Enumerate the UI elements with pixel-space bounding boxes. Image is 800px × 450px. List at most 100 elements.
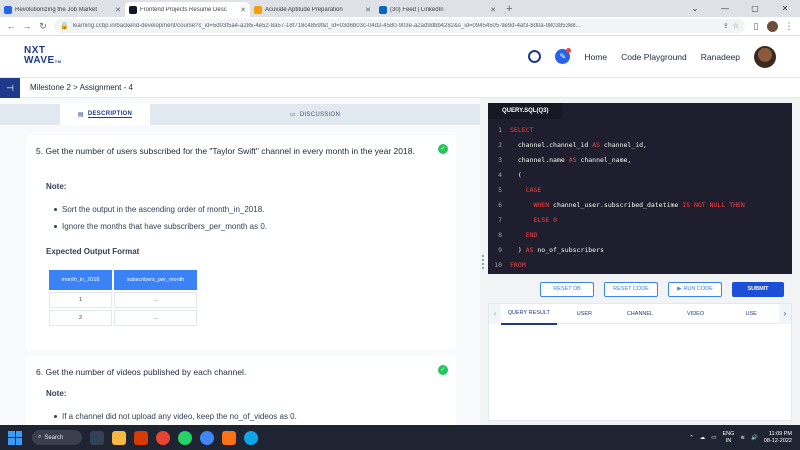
run-code-button[interactable]: ▶ RUN CODE — [668, 281, 722, 297]
tab-user[interactable]: USER — [557, 304, 613, 324]
close-window-icon[interactable]: ✕ — [770, 0, 800, 17]
tab-discussion[interactable]: ▭ DISCUSSION — [150, 104, 480, 125]
code-line[interactable]: 10 FROM — [488, 257, 792, 272]
sql-token: channel.name — [510, 155, 569, 164]
browser-tab[interactable]: (30) Feed | LinkedIn ✕ — [375, 2, 500, 17]
avatar[interactable] — [754, 45, 776, 68]
code-line[interactable]: 3 channel.name AS channel_name, — [488, 152, 792, 167]
line-number: 8 — [498, 230, 502, 239]
windows-taskbar: ⌕ Search ⌃ ☁ ▭ ENG IN ≋ 🔊 11:09 PM 08-12… — [0, 425, 800, 450]
sql-token: channel.channel_id — [510, 140, 593, 149]
browser-tab[interactable]: Acuvate Aptitude Preparation ✕ — [250, 2, 375, 17]
battery-icon[interactable]: ▭ — [711, 435, 716, 441]
edge-icon[interactable] — [244, 430, 258, 445]
run-code-label: RUN CODE — [683, 286, 713, 292]
wifi-icon[interactable]: ≋ — [740, 435, 745, 441]
nxtwave-logo[interactable]: NXT WAVETM — [24, 46, 62, 67]
code-line[interactable]: 2 channel.channel_id AS channel_id, — [488, 137, 792, 152]
chat-icon[interactable]: ✎ — [555, 48, 572, 64]
back-icon[interactable]: ← — [6, 21, 16, 31]
chevron-down-icon[interactable]: ⌄ — [680, 0, 710, 17]
menu-dots-icon[interactable]: ⋮ — [784, 21, 794, 32]
favicon-icon — [254, 5, 262, 14]
check-icon: ✓ — [438, 365, 448, 375]
sidebar-icon[interactable]: ▯ — [751, 21, 761, 32]
line-number: 9 — [498, 245, 502, 254]
maximize-icon[interactable]: ▢ — [740, 0, 770, 17]
question-number: 5. — [36, 146, 44, 156]
submit-button[interactable]: SUBMIT — [732, 281, 784, 297]
taskbar-search-label: Search — [44, 434, 64, 441]
lang-line2: IN — [725, 437, 732, 444]
language-indicator[interactable]: ENG IN — [722, 431, 734, 445]
code-line[interactable]: 7 ELSE 0 — [488, 212, 792, 227]
nav-code-playground[interactable]: Code Playground — [621, 52, 687, 62]
sql-token: no_of_subscribers — [533, 245, 604, 254]
clock[interactable]: 11:09 PM 08-12-2022 — [764, 431, 792, 445]
collapse-sidebar-button[interactable]: ⊣ — [0, 77, 20, 98]
tab-channel[interactable]: CHANNEL — [612, 304, 668, 324]
left-tabs: ▤ DESCRIPTION ▭ DISCUSSION — [0, 104, 480, 125]
description-panel: ▤ DESCRIPTION ▭ DISCUSSION 5. Get the nu… — [0, 98, 480, 425]
chevron-up-icon[interactable]: ⌃ — [689, 435, 694, 441]
sql-keyword: 0 — [553, 215, 557, 224]
close-tab-icon[interactable]: ✕ — [115, 6, 121, 14]
sql-editor[interactable]: QUERY.SQL(Q3) 1 SELECT 2 channel.channel_i… — [488, 103, 792, 274]
tab-use[interactable]: USE — [723, 304, 779, 324]
user-name[interactable]: Ranadeep — [701, 52, 740, 62]
sql-keyword: END — [525, 230, 538, 239]
editor-lines: 1 SELECT 2 channel.channel_id AS channel_i… — [488, 122, 792, 272]
windows-start-icon[interactable] — [8, 430, 22, 445]
chevron-left-icon[interactable]: ‹ — [489, 303, 501, 324]
panel-resize-handle[interactable] — [482, 255, 485, 273]
office-icon[interactable] — [134, 430, 148, 445]
timer-icon[interactable] — [528, 50, 542, 63]
chevron-right-icon[interactable]: › — [778, 303, 791, 324]
star-icon[interactable]: ☆ — [733, 22, 739, 30]
code-line[interactable]: 9 ) AS no_of_subscribers — [488, 242, 792, 257]
new-tab-button[interactable]: + — [500, 2, 518, 17]
code-line[interactable]: 5 CASE — [488, 182, 792, 197]
tab-query-result[interactable]: QUERY RESULT — [501, 303, 557, 325]
code-line[interactable]: 6 WHEN channel_user.subscribed_datetime … — [488, 197, 792, 212]
volume-icon[interactable]: 🔊 — [751, 435, 758, 441]
tab-description[interactable]: ▤ DESCRIPTION — [60, 104, 150, 125]
lang-line1: ENG — [722, 430, 735, 437]
reset-db-button[interactable]: RESET DB — [540, 281, 594, 297]
whatsapp-icon[interactable] — [178, 430, 192, 445]
nav-home[interactable]: Home — [584, 52, 607, 62]
close-tab-icon[interactable]: ✕ — [365, 6, 371, 14]
code-line[interactable]: 4 ( — [488, 167, 792, 182]
browser-tab[interactable]: Frontend Projects Resume Desc ✕ — [125, 2, 250, 17]
question-card-6: 6. Get the number of videos published by… — [26, 356, 456, 425]
profile-icon[interactable] — [767, 20, 778, 32]
reload-icon[interactable]: ↻ — [38, 21, 48, 32]
taskbar-search[interactable]: ⌕ Search — [32, 430, 82, 445]
chrome-icon[interactable] — [156, 430, 170, 445]
cloud-icon[interactable]: ☁ — [700, 435, 706, 441]
list-item: If a channel did not upload any video, k… — [54, 412, 297, 421]
favicon-icon — [379, 5, 387, 14]
close-tab-icon[interactable]: ✕ — [490, 6, 496, 14]
chrome-profile-icon[interactable] — [200, 430, 214, 445]
task-view-icon[interactable] — [90, 430, 104, 445]
vlc-icon[interactable] — [222, 430, 236, 445]
reset-code-button[interactable]: RESET CODE — [604, 281, 658, 297]
line-number: 6 — [498, 200, 502, 209]
file-explorer-icon[interactable] — [112, 430, 126, 445]
forward-icon[interactable]: → — [22, 21, 32, 31]
url-field[interactable]: 🔒 learning.ccbp.in/backend-development/c… — [54, 19, 745, 33]
tab-video[interactable]: VIDEO — [668, 304, 724, 324]
code-text: END — [510, 230, 538, 239]
code-line[interactable]: 8 END — [488, 227, 792, 242]
line-number: 4 — [498, 170, 502, 179]
code-text: CASE — [510, 186, 542, 194]
browser-tab[interactable]: Revolutionizing the Job Market ✕ — [0, 2, 125, 17]
share-icon[interactable]: ⇪ — [723, 22, 729, 30]
close-tab-icon[interactable]: ✕ — [240, 6, 246, 14]
play-icon: ▶ — [677, 286, 682, 292]
sql-keyword: WHEN — [533, 200, 550, 209]
minimize-icon[interactable]: — — [710, 0, 740, 17]
editor-file-tab[interactable]: QUERY.SQL(Q3) — [488, 103, 563, 119]
code-line[interactable]: 1 SELECT — [488, 122, 792, 137]
